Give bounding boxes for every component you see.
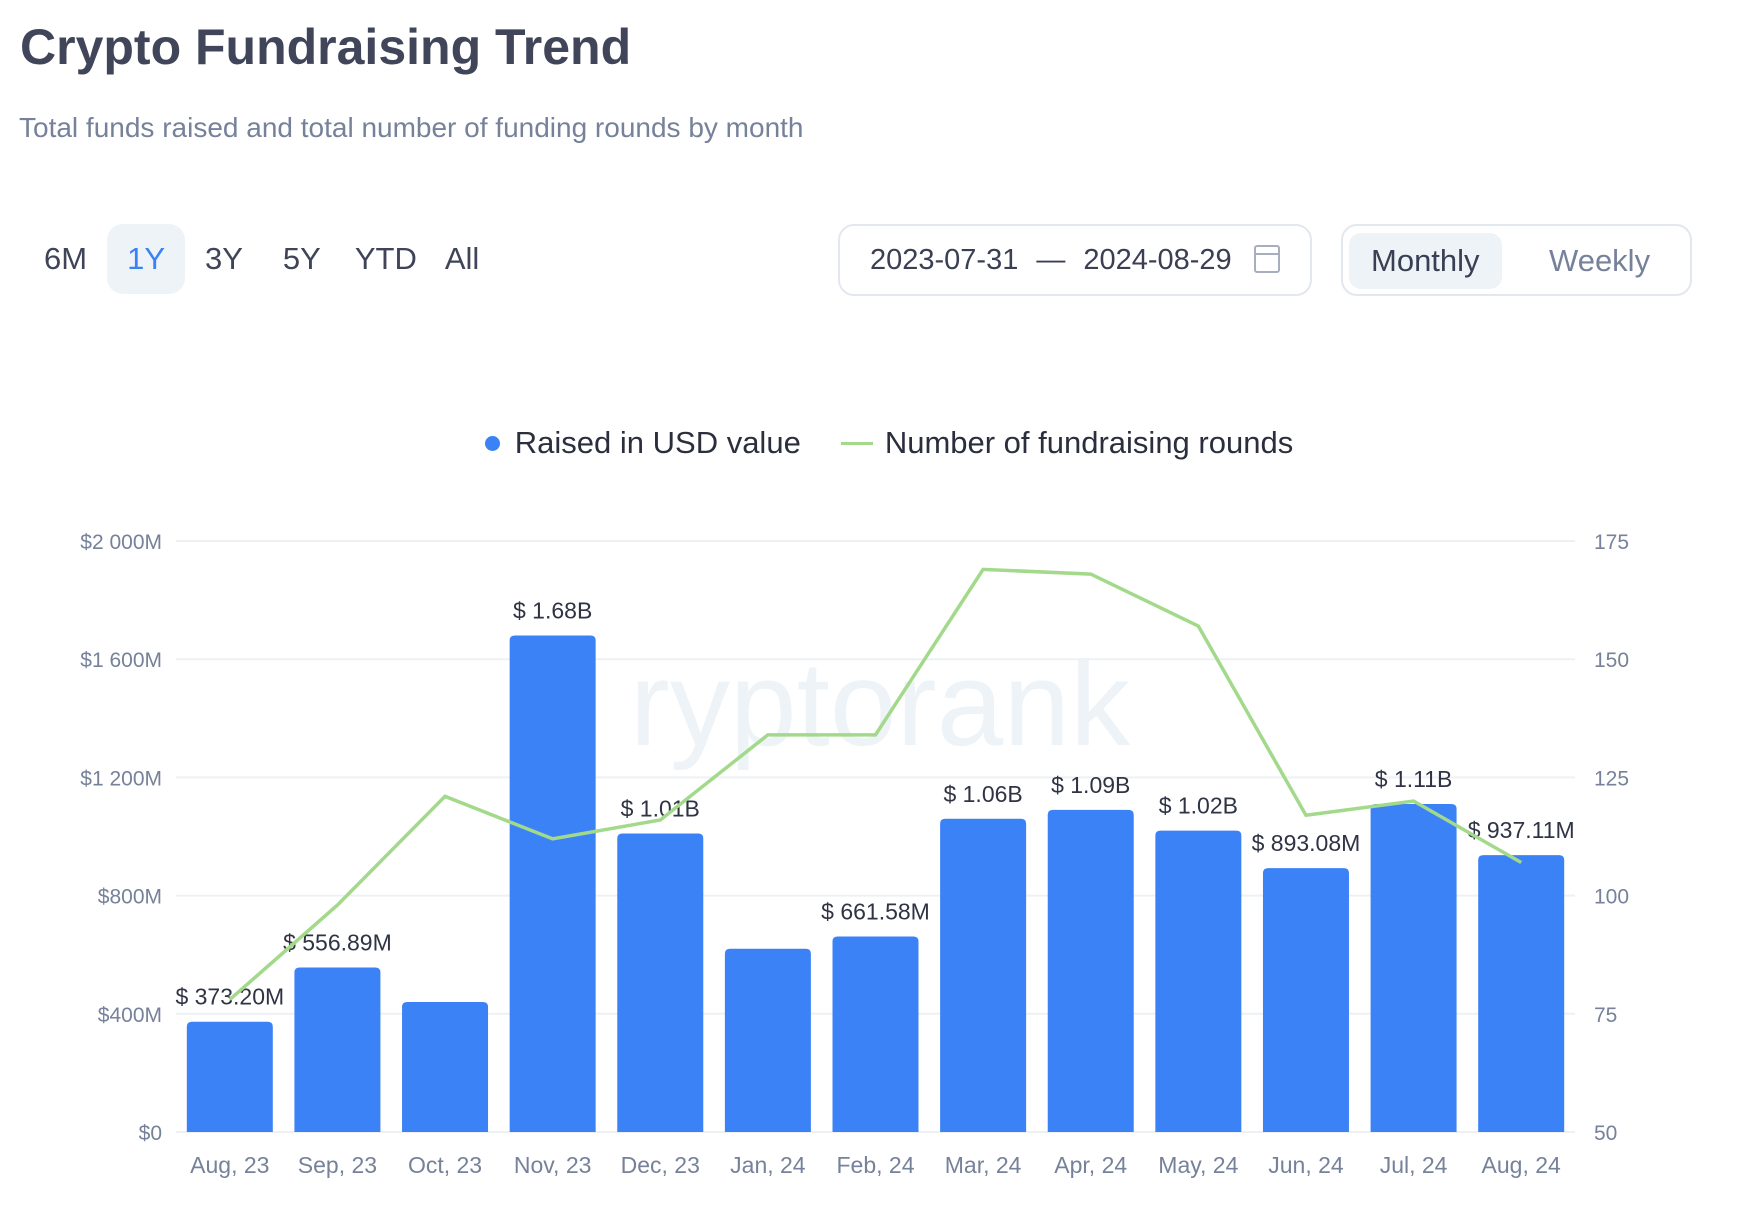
bar (940, 818, 1027, 1132)
bar (1262, 868, 1349, 1132)
x-tick-label: Dec, 23 (621, 1152, 700, 1178)
y-left-tick-label: $1 200M (80, 767, 162, 790)
x-tick-label: Oct, 23 (408, 1152, 482, 1178)
bar (402, 1001, 489, 1132)
y-left-tick-label: $1 600M (80, 649, 162, 672)
x-tick-label: Nov, 23 (514, 1152, 592, 1178)
x-tick-label: Feb, 24 (837, 1152, 915, 1178)
bar-data-label: $ 1.02B (1159, 793, 1238, 819)
bar (294, 967, 381, 1132)
y-right-tick-label: 75 (1594, 1004, 1617, 1027)
x-tick-label: Aug, 23 (190, 1152, 269, 1178)
y-right-tick-label: 100 (1594, 886, 1629, 909)
x-tick-label: Apr, 24 (1054, 1152, 1127, 1178)
y-right-tick-label: 50 (1594, 1122, 1617, 1145)
bar (832, 936, 919, 1132)
bar-data-label: $ 893.08M (1252, 830, 1361, 856)
x-tick-label: Aug, 24 (1482, 1152, 1561, 1178)
y-left-tick-label: $800M (98, 886, 162, 909)
x-tick-label: Jun, 24 (1268, 1152, 1344, 1178)
y-right-tick-label: 175 (1594, 531, 1629, 554)
x-tick-label: May, 24 (1158, 1152, 1238, 1178)
y-left-tick-label: $0 (139, 1122, 162, 1145)
x-tick-label: Jan, 24 (730, 1152, 806, 1178)
bar-data-label: $ 556.89M (283, 929, 392, 955)
y-right-tick-label: 150 (1594, 649, 1629, 672)
bar (617, 833, 704, 1132)
x-tick-label: Jul, 24 (1380, 1152, 1448, 1178)
bar (724, 948, 811, 1132)
y-right-tick-label: 125 (1594, 767, 1629, 790)
x-tick-label: Sep, 23 (298, 1152, 377, 1178)
bar (509, 635, 596, 1132)
bar (1478, 855, 1565, 1132)
bar-data-label: $ 1.11B (1375, 766, 1453, 792)
bar-data-label: $ 1.68B (513, 598, 592, 624)
bar-data-label: $ 373.20M (175, 984, 284, 1010)
bar (1370, 803, 1457, 1132)
bar (186, 1021, 273, 1132)
y-left-tick-label: $2 000M (80, 531, 162, 554)
watermark-logo: ryptorank (630, 637, 1131, 771)
bar (1047, 809, 1134, 1132)
bar-data-label: $ 1.06B (943, 781, 1022, 807)
y-left-tick-label: $400M (98, 1004, 162, 1027)
x-tick-label: Mar, 24 (945, 1152, 1022, 1178)
bar (1155, 830, 1242, 1132)
bar-data-label: $ 661.58M (821, 899, 930, 925)
bar-data-label: $ 1.09B (1051, 772, 1130, 798)
chart: $0 $400M $800M $1 200M $1 600M $2 000M 50 75 100… (80, 531, 1629, 1178)
